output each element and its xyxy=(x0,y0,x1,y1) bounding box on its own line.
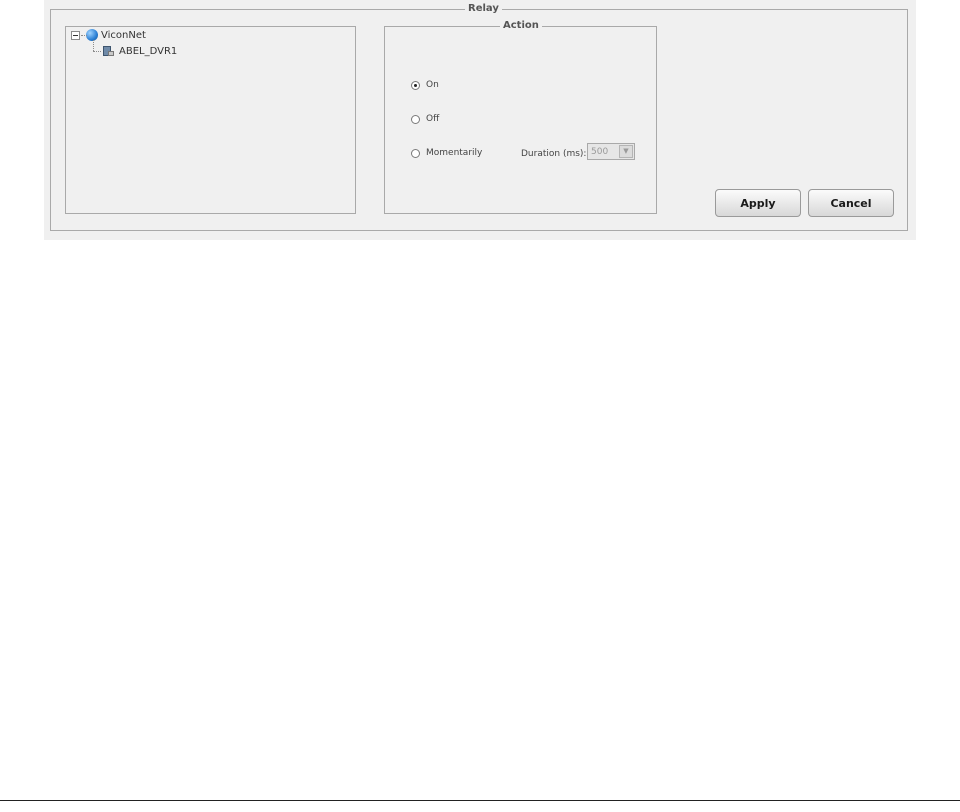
tree-node-root[interactable]: ViconNet xyxy=(71,28,146,42)
duration-select[interactable]: 500 ▼ xyxy=(587,143,635,160)
globe-network-icon xyxy=(86,29,98,41)
tree-connector xyxy=(93,40,94,51)
tree-connector xyxy=(93,51,101,52)
relay-panel: Relay ViconNet ABEL_DVR1 Action On Off M… xyxy=(44,0,916,240)
radio-on[interactable]: On xyxy=(411,78,439,92)
radio-momentarily[interactable]: Momentarily xyxy=(411,146,482,160)
action-title: Action xyxy=(500,20,542,32)
action-group: Action On Off Momentarily Duration (ms):… xyxy=(384,20,657,214)
tree-node-child-label: ABEL_DVR1 xyxy=(119,45,178,57)
radio-off-label: Off xyxy=(426,114,440,124)
tree-collapse-icon[interactable] xyxy=(71,30,80,40)
relay-title: Relay xyxy=(465,3,502,15)
tree-node-root-label: ViconNet xyxy=(101,29,146,41)
dvr-device-icon xyxy=(102,45,114,57)
radio-momentarily-label: Momentarily xyxy=(426,148,483,158)
device-tree[interactable]: ViconNet ABEL_DVR1 xyxy=(65,26,356,214)
apply-button[interactable]: Apply xyxy=(715,189,801,217)
radio-on-label: On xyxy=(426,80,439,90)
tree-connector xyxy=(81,35,87,36)
page-divider xyxy=(0,800,960,801)
radio-momentarily-button[interactable] xyxy=(411,148,420,158)
duration-dropdown-button[interactable]: ▼ xyxy=(619,145,633,158)
cancel-button[interactable]: Cancel xyxy=(808,189,894,217)
duration-value: 500 xyxy=(591,146,609,157)
tree-node-child[interactable]: ABEL_DVR1 xyxy=(102,44,177,58)
chevron-down-icon: ▼ xyxy=(623,147,629,155)
radio-off[interactable]: Off xyxy=(411,112,439,126)
duration-label: Duration (ms): xyxy=(521,149,587,159)
radio-on-button[interactable] xyxy=(411,80,420,90)
radio-off-button[interactable] xyxy=(411,114,420,124)
